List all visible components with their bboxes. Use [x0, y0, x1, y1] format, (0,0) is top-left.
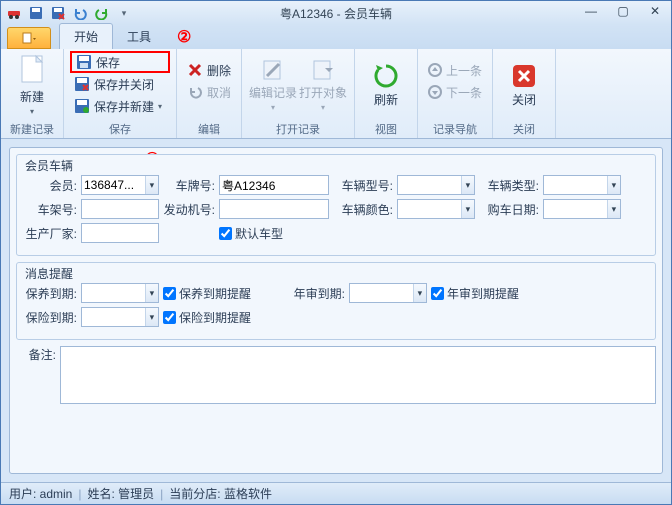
window-title: 粤A12346 - 会员车辆 [280, 5, 392, 22]
vehicle-group: 会员车辆 会员: ▾ 车牌号: 车辆型号: ▾ 车辆类型: ▾ 车架号: 发动机… [16, 154, 656, 256]
maker-input[interactable] [81, 223, 159, 243]
disk-icon [76, 54, 92, 70]
save-new-button[interactable]: 保存并新建 ▾ [70, 95, 170, 117]
refresh-button[interactable]: 刷新 [361, 51, 411, 119]
delete-icon [187, 62, 203, 78]
window-controls: — ▢ ✕ [579, 3, 667, 19]
arrow-up-icon [428, 63, 442, 77]
chevron-down-icon: ▾ [30, 107, 34, 116]
car-icon[interactable] [5, 4, 23, 22]
disk-new-icon [74, 98, 90, 114]
annotation-2: ② [177, 27, 191, 47]
quick-access-toolbar: ▾ [5, 4, 133, 22]
edit-record-button[interactable]: 编辑记录▾ [248, 51, 298, 119]
ribbon-group-close: 关闭 关闭 [493, 49, 556, 138]
content-area: ① 会员车辆 会员: ▾ 车牌号: 车辆型号: ▾ 车辆类型: ▾ 车架号: [1, 139, 671, 482]
maximize-button[interactable]: ▢ [611, 3, 635, 19]
chevron-down-icon[interactable]: ▾ [461, 200, 474, 218]
status-branch: 当前分店: 蓝格软件 [169, 485, 272, 502]
next-record-button[interactable]: 下一条 [424, 81, 486, 103]
maint-reminder-checkbox[interactable]: 保养到期提醒 [163, 285, 251, 302]
undo-icon[interactable] [71, 4, 89, 22]
close-window-button[interactable]: ✕ [643, 3, 667, 19]
arrow-down-icon [428, 85, 442, 99]
disk-close-icon [74, 76, 90, 92]
maint-date-combo[interactable]: ▾ [81, 283, 159, 303]
delete-button[interactable]: 删除 [183, 59, 235, 81]
engine-input[interactable] [219, 199, 329, 219]
chevron-down-icon: ▾ [158, 102, 162, 111]
new-button[interactable]: 新建 ▾ [7, 51, 57, 119]
member-combo[interactable]: ▾ [81, 175, 159, 195]
type-combo[interactable]: ▾ [543, 175, 621, 195]
chevron-down-icon[interactable]: ▾ [461, 176, 474, 194]
redo-icon[interactable] [93, 4, 111, 22]
insure-reminder-checkbox[interactable]: 保险到期提醒 [163, 309, 251, 326]
chevron-down-icon[interactable]: ▾ [413, 284, 426, 302]
pencil-icon [261, 58, 285, 82]
reminder-group: 消息提醒 保养到期: ▾ 保养到期提醒 年审到期: ▾ 年审到期提醒 保险到期:… [16, 262, 656, 340]
inspect-reminder-checkbox[interactable]: 年审到期提醒 [431, 285, 519, 302]
memo-row: 备注: [16, 346, 656, 404]
insure-date-combo[interactable]: ▾ [81, 307, 159, 327]
open-object-button[interactable]: 打开对象▾ [298, 51, 348, 119]
memo-textarea[interactable] [60, 346, 656, 404]
prev-record-button[interactable]: 上一条 [424, 59, 486, 81]
model-combo[interactable]: ▾ [397, 175, 475, 195]
save-icon[interactable] [27, 4, 45, 22]
status-user: 用户: admin [9, 485, 72, 502]
ribbon-group-edit: 删除 取消 编辑 [177, 49, 242, 138]
qat-dropdown-icon[interactable]: ▾ [115, 4, 133, 22]
default-model-checkbox[interactable]: 默认车型 [219, 225, 283, 242]
color-combo[interactable]: ▾ [397, 199, 475, 219]
form-panel: ① 会员车辆 会员: ▾ 车牌号: 车辆型号: ▾ 车辆类型: ▾ 车架号: [9, 147, 663, 474]
vin-input[interactable] [81, 199, 159, 219]
close-button[interactable]: 关闭 [499, 51, 549, 119]
close-icon [511, 63, 537, 89]
inspect-date-combo[interactable]: ▾ [349, 283, 427, 303]
tab-start[interactable]: 开始 [59, 23, 113, 49]
ribbon-group-save: 保存 保存并关闭 保存并新建 ▾ 保存 [64, 49, 177, 138]
ribbon: 新建 ▾ 新建记录 保存 保存并关闭 [1, 49, 671, 139]
document-icon [18, 54, 46, 86]
save-button[interactable]: 保存 [70, 51, 170, 73]
save-close-button[interactable]: 保存并关闭 [70, 73, 170, 95]
open-icon [311, 58, 335, 82]
chevron-down-icon[interactable]: ▾ [607, 200, 620, 218]
undo-icon [187, 84, 203, 100]
minimize-button[interactable]: — [579, 3, 603, 19]
title-bar: ▾ 粤A12346 - 会员车辆 — ▢ ✕ [1, 1, 671, 25]
cancel-button[interactable]: 取消 [183, 81, 235, 103]
saveclose-icon[interactable] [49, 4, 67, 22]
ribbon-group-nav: 上一条 下一条 记录导航 [418, 49, 493, 138]
status-bar: 用户: admin | 姓名: 管理员 | 当前分店: 蓝格软件 [1, 482, 671, 504]
chevron-down-icon[interactable]: ▾ [607, 176, 620, 194]
ribbon-group-view: 刷新 视图 [355, 49, 418, 138]
tab-tools[interactable]: 工具 [113, 24, 165, 49]
app-window: ▾ 粤A12346 - 会员车辆 — ▢ ✕ 开始 工具 ② 新建 ▾ 新建记录 [0, 0, 672, 505]
chevron-down-icon[interactable]: ▾ [145, 284, 158, 302]
ribbon-group-open: 编辑记录▾ 打开对象▾ 打开记录 [242, 49, 355, 138]
status-name: 姓名: 管理员 [87, 485, 154, 502]
refresh-icon [373, 63, 399, 89]
chevron-down-icon[interactable]: ▾ [145, 308, 158, 326]
ribbon-group-new: 新建 ▾ 新建记录 [1, 49, 64, 138]
ribbon-tab-strip: 开始 工具 ② [1, 25, 671, 49]
chevron-down-icon[interactable]: ▾ [145, 176, 158, 194]
plate-input[interactable] [219, 175, 329, 195]
buydate-combo[interactable]: ▾ [543, 199, 621, 219]
app-menu-button[interactable] [7, 27, 51, 49]
